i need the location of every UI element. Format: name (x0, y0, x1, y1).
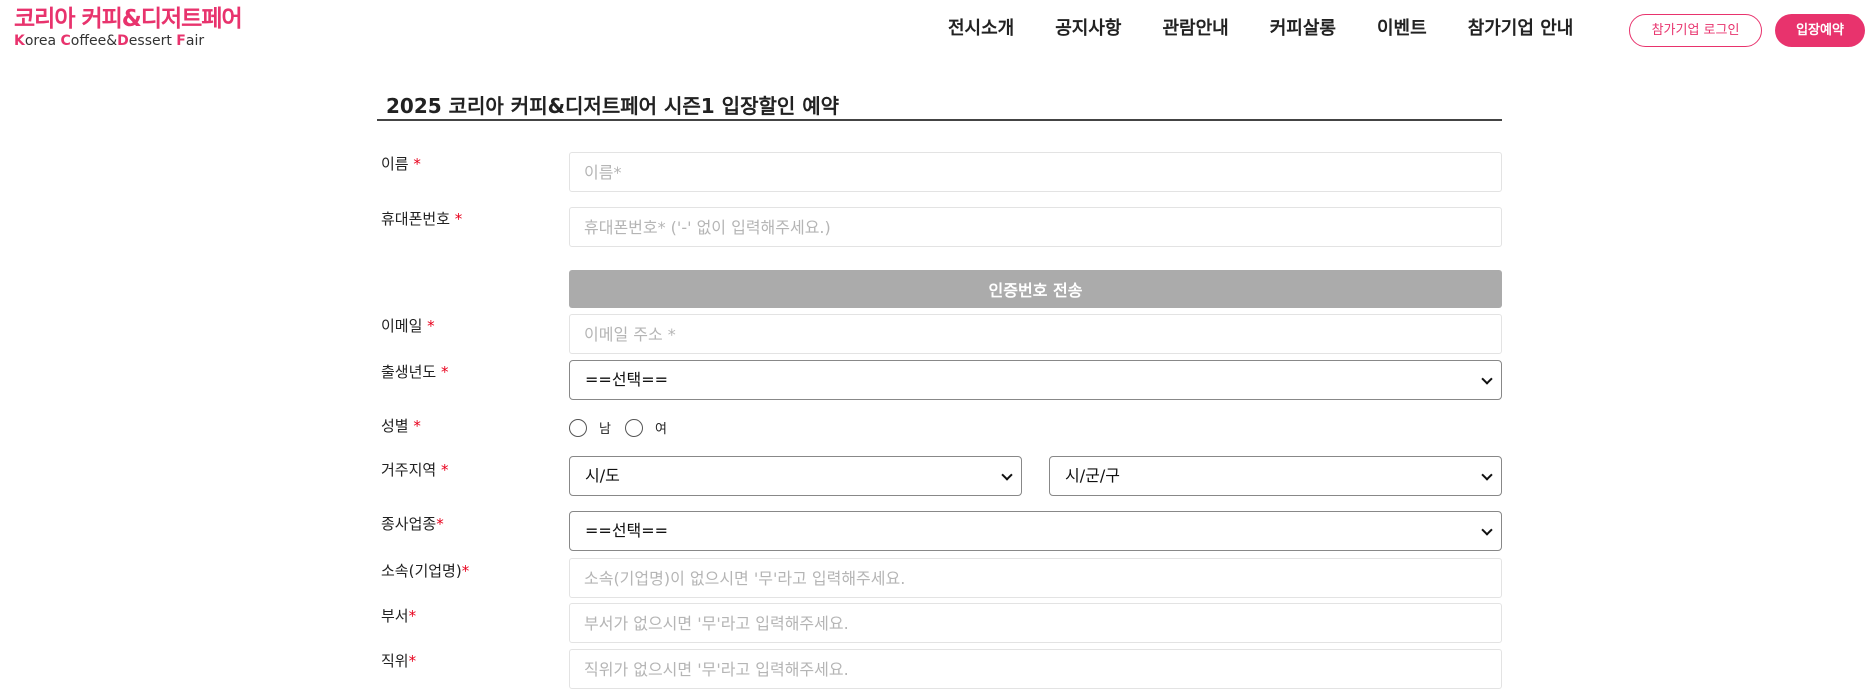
gender-female-radio[interactable] (624, 418, 643, 437)
region-label: 거주지역 * (381, 459, 448, 480)
industry-selected: ==선택== (585, 521, 669, 540)
company-label: 소속(기업명)* (381, 560, 469, 581)
email-label-text: 이메일 (381, 317, 428, 335)
required-mark: * (413, 155, 421, 173)
nav-item-exhibition[interactable]: 전시소개 (948, 18, 1014, 40)
name-input[interactable] (569, 152, 1502, 192)
gender-radio-group: 남 여 (569, 418, 681, 437)
required-mark: * (454, 210, 463, 228)
gender-male-label: 남 (599, 422, 611, 437)
site-logo[interactable]: 코리아 커피&디저트페어 Korea Coffee&Dessert Fair (14, 6, 243, 49)
logo-en-orea: orea (24, 33, 61, 49)
name-label-text: 이름 (381, 155, 414, 173)
logo-en-essert: essert (128, 33, 177, 49)
send-verification-button[interactable]: 인증번호 전송 (569, 270, 1502, 308)
required-mark: * (408, 652, 417, 670)
province-select[interactable]: 시/도 (569, 456, 1022, 496)
logo-en-c: C (60, 33, 71, 49)
name-label: 이름 * (381, 153, 421, 174)
department-input[interactable] (569, 603, 1502, 643)
logo-en-f: F (176, 33, 186, 49)
position-label-text: 직위 (381, 652, 409, 670)
main-nav: 전시소개 공지사항 관람안내 커피살롱 이벤트 참가기업 안내 (948, 18, 1573, 40)
title-divider (377, 119, 1502, 121)
logo-en-air: air (185, 33, 205, 49)
position-label: 직위* (381, 650, 416, 671)
department-label-text: 부서 (381, 607, 409, 625)
chevron-down-icon (1481, 524, 1493, 536)
chevron-down-icon (1001, 469, 1013, 481)
birth-year-label: 출생년도 * (381, 361, 448, 382)
email-input[interactable] (569, 314, 1502, 354)
birth-year-selected: ==선택== (585, 370, 669, 389)
logo-en-offee: offee& (70, 33, 118, 49)
nav-item-visitor-guide[interactable]: 관람안내 (1163, 18, 1229, 40)
industry-select[interactable]: ==선택== (569, 511, 1502, 551)
company-input[interactable] (569, 558, 1502, 598)
gender-label-text: 성별 (381, 417, 414, 435)
nav-item-coffee-salon[interactable]: 커피살롱 (1270, 18, 1336, 40)
required-mark: * (440, 461, 449, 479)
nav-item-exhibitor-guide[interactable]: 참가기업 안내 (1468, 18, 1574, 40)
gender-male-radio[interactable] (569, 418, 587, 437)
exhibitor-login-button[interactable]: 참가기업 로그인 (1629, 14, 1762, 47)
required-mark: * (436, 515, 444, 533)
reserve-entry-button[interactable]: 입장예약 (1775, 14, 1865, 47)
chevron-down-icon (1481, 469, 1493, 481)
birth-year-select[interactable]: ==선택== (569, 360, 1502, 400)
chevron-down-icon (1481, 373, 1493, 385)
industry-label: 종사업종* (381, 513, 444, 534)
logo-en-k: K (14, 33, 25, 49)
required-mark: * (413, 417, 421, 435)
city-select[interactable]: 시/군/구 (1049, 456, 1502, 496)
email-label: 이메일 * (381, 315, 435, 336)
required-mark: * (427, 317, 435, 335)
required-mark: * (408, 607, 417, 625)
city-selected: 시/군/구 (1065, 466, 1120, 485)
nav-item-event[interactable]: 이벤트 (1377, 18, 1427, 40)
position-input[interactable] (569, 649, 1502, 689)
phone-label: 휴대폰번호 * (381, 208, 462, 229)
required-mark: * (440, 363, 449, 381)
nav-item-notice[interactable]: 공지사항 (1055, 18, 1121, 40)
department-label: 부서* (381, 605, 416, 626)
logo-en-d: D (117, 33, 129, 49)
industry-label-text: 종사업종 (381, 515, 437, 533)
page-title: 2025 코리아 커피&디저트페어 시즌1 입장할인 예약 (386, 94, 840, 118)
phone-label-text: 휴대폰번호 (381, 210, 455, 228)
required-mark: * (461, 562, 470, 580)
birth-year-label-text: 출생년도 (381, 363, 441, 381)
company-label-text: 소속(기업명) (381, 562, 462, 580)
province-selected: 시/도 (585, 466, 620, 485)
logo-english: Korea Coffee&Dessert Fair (14, 33, 242, 49)
phone-input[interactable] (569, 207, 1502, 247)
gender-female-label: 여 (654, 422, 667, 437)
logo-korean: 코리아 커피&디저트페어 (14, 6, 243, 32)
region-label-text: 거주지역 (381, 461, 441, 479)
gender-label: 성별 * (381, 415, 421, 436)
